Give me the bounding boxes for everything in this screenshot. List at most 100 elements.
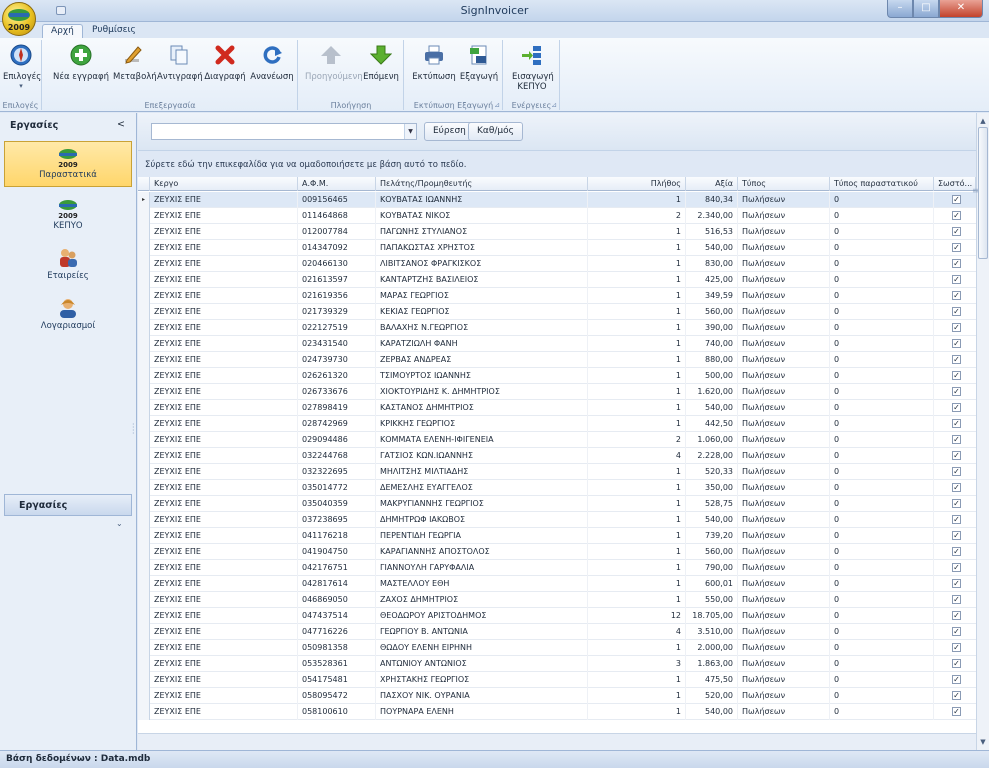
checkbox[interactable]: ✓ xyxy=(952,563,961,572)
table-row[interactable]: ΖΕΥΧΙΣ ΕΠΕ 021739329 ΚΕΚΙΑΣ ΓΕΩΡΓΙΟΣ 1 560,0… xyxy=(138,304,976,320)
checkbox[interactable]: ✓ xyxy=(952,291,961,300)
collapse-sidebar-icon[interactable]: < xyxy=(117,119,125,130)
checkbox[interactable]: ✓ xyxy=(952,611,961,620)
checkbox[interactable]: ✓ xyxy=(952,371,961,380)
table-row[interactable]: ΖΕΥΧΙΣ ΕΠΕ 026261320 ΤΣΙΜΟΥΡΤΟΣ ΙΩΑΝΝΗΣ 1 50… xyxy=(138,368,976,384)
sidebar-item-kepyo[interactable]: 2009 ΚΕΠΥΟ xyxy=(4,193,132,239)
import-kepyo-button[interactable]: Εισαγωγή ΚΕΠΥΟ xyxy=(508,44,556,92)
table-row[interactable]: ΖΕΥΧΙΣ ΕΠΕ 029094486 ΚΟΜΜΑΤΑ ΕΛΕΝΗ-ΙΦΙΓΕΝΕ… xyxy=(138,432,976,448)
table-row[interactable]: ΖΕΥΧΙΣ ΕΠΕ 011464868 ΚΟΥΒΑΤΑΣ ΝΙΚΟΣ 2 2.340,… xyxy=(138,208,976,224)
new-record-button[interactable]: Νέα εγγραφή xyxy=(53,44,109,82)
row-indicator[interactable] xyxy=(138,288,150,304)
checkbox[interactable]: ✓ xyxy=(952,515,961,524)
row-indicator[interactable] xyxy=(138,512,150,528)
refresh-button[interactable]: Ανανέωση xyxy=(249,44,295,82)
vertical-scrollbar[interactable]: ▲ ▼ xyxy=(976,113,989,750)
checkbox[interactable]: ✓ xyxy=(952,403,961,412)
checkbox[interactable]: ✓ xyxy=(952,419,961,428)
table-row[interactable]: ΖΕΥΧΙΣ ΕΠΕ 035040359 ΜΑΚΡΥΓΙΑΝΝΗΣ ΓΕΩΡΓΙΟΣ… xyxy=(138,496,976,512)
table-row[interactable]: ΖΕΥΧΙΣ ΕΠΕ 050981358 ΘΩΔΟΥ ΕΛΕΝΗ ΕΙΡΗΝΗ 1 2.… xyxy=(138,640,976,656)
table-row[interactable]: ΖΕΥΧΙΣ ΕΠΕ 021619356 ΜΑΡΑΣ ΓΕΩΡΓΙΟΣ 1 349,59… xyxy=(138,288,976,304)
row-indicator[interactable] xyxy=(138,352,150,368)
checkbox[interactable]: ✓ xyxy=(952,643,961,652)
table-row[interactable]: ΖΕΥΧΙΣ ΕΠΕ 021613597 ΚΑΝΤΑΡΤΖΗΣ ΒΑΣΙΛΕΙΟΣ 1… xyxy=(138,272,976,288)
table-row[interactable]: ΖΕΥΧΙΣ ΕΠΕ 012007784 ΠΑΓΩΝΗΣ ΣΤΥΛΙΑΝΟΣ 1 516… xyxy=(138,224,976,240)
table-row[interactable]: ΖΕΥΧΙΣ ΕΠΕ 032322695 ΜΗΛΙΤΣΗΣ ΜΙΛΤΙΑΔΗΣ 1 52… xyxy=(138,464,976,480)
row-indicator[interactable] xyxy=(138,416,150,432)
row-indicator[interactable] xyxy=(138,592,150,608)
table-row[interactable]: ΖΕΥΧΙΣ ΕΠΕ 024739730 ΖΕΡΒΑΣ ΑΝΔΡΕΑΣ 1 880,00… xyxy=(138,352,976,368)
row-indicator[interactable] xyxy=(138,608,150,624)
clear-button[interactable]: Καθ/μός xyxy=(468,122,523,141)
options-button[interactable]: Επιλογές ▾ xyxy=(3,44,41,90)
tab-settings[interactable]: Ρυθμίσεις xyxy=(84,24,144,38)
table-row[interactable]: ΖΕΥΧΙΣ ΕΠΕ 046869050 ΖΑΧΟΣ ΔΗΜΗΤΡΙΟΣ 1 550,0… xyxy=(138,592,976,608)
sidebar-item-accounts[interactable]: Λογαριασμοί xyxy=(4,293,132,339)
table-row[interactable]: ΖΕΥΧΙΣ ΕΠΕ 027898419 ΚΑΣΤΑΝΟΣ ΔΗΜΗΤΡΙΟΣ 1 54… xyxy=(138,400,976,416)
sidebar-group-tasks[interactable]: Εργασίες xyxy=(4,494,132,516)
row-indicator[interactable] xyxy=(138,432,150,448)
app-menu-button[interactable]: 2009 xyxy=(2,2,36,36)
delete-button[interactable]: Διαγραφή xyxy=(203,44,247,82)
checkbox[interactable]: ✓ xyxy=(952,435,961,444)
row-indicator[interactable] xyxy=(138,336,150,352)
table-row[interactable]: ΖΕΥΧΙΣ ΕΠΕ 035014772 ΔΕΜΕΣΛΗΣ ΕΥΑΓΓΕΛΟΣ 1 35… xyxy=(138,480,976,496)
chevron-down-icon[interactable]: ⌄ xyxy=(116,519,123,528)
previous-button[interactable]: Προηγούμενη xyxy=(305,44,363,82)
checkbox[interactable]: ✓ xyxy=(952,307,961,316)
column-header[interactable]: Αξία xyxy=(686,177,738,191)
checkbox[interactable]: ✓ xyxy=(952,483,961,492)
row-indicator[interactable] xyxy=(138,464,150,480)
checkbox[interactable]: ✓ xyxy=(952,355,961,364)
chevron-down-icon[interactable]: ▼ xyxy=(404,124,416,139)
checkbox[interactable]: ✓ xyxy=(952,211,961,220)
checkbox[interactable]: ✓ xyxy=(952,451,961,460)
table-row[interactable]: ΖΕΥΧΙΣ ΕΠΕ 041904750 ΚΑΡΑΓΙΑΝΝΗΣ ΑΠΟΣΤΟΛΟΣ… xyxy=(138,544,976,560)
checkbox[interactable]: ✓ xyxy=(952,467,961,476)
tab-home[interactable]: Αρχή xyxy=(42,24,83,38)
checkbox[interactable]: ✓ xyxy=(952,195,961,204)
row-indicator[interactable] xyxy=(138,656,150,672)
table-row[interactable]: ΖΕΥΧΙΣ ΕΠΕ 042817614 ΜΑΣΤΕΛΛΟΥ ΕΘΗ 1 600,01 Π… xyxy=(138,576,976,592)
row-indicator[interactable] xyxy=(138,624,150,640)
table-row[interactable]: ΖΕΥΧΙΣ ΕΠΕ 022127519 ΒΑΛΑΧΗΣ Ν.ΓΕΩΡΓΙΟΣ 1 39… xyxy=(138,320,976,336)
checkbox[interactable]: ✓ xyxy=(952,275,961,284)
row-indicator[interactable] xyxy=(138,480,150,496)
row-indicator[interactable] xyxy=(138,320,150,336)
table-row[interactable]: ΖΕΥΧΙΣ ΕΠΕ 058100610 ΠΟΥΡΝΑΡΑ ΕΛΕΝΗ 1 540,00… xyxy=(138,704,976,720)
row-indicator[interactable] xyxy=(138,448,150,464)
row-indicator[interactable] xyxy=(138,208,150,224)
minimize-button[interactable]: – xyxy=(887,0,913,18)
table-row[interactable]: ΖΕΥΧΙΣ ΕΠΕ 053528361 ΑΝΤΩΝΙΟΥ ΑΝΤΩΝΙΟΣ 3 1.8… xyxy=(138,656,976,672)
row-indicator[interactable] xyxy=(138,704,150,720)
column-resize-grip-icon[interactable]: ≡ xyxy=(972,186,979,195)
checkbox[interactable]: ✓ xyxy=(952,227,961,236)
table-row[interactable]: ΖΕΥΧΙΣ ΕΠΕ 047716226 ΓΕΩΡΓΙΟΥ Β. ΑΝΤΩΝΙΑ 4 3… xyxy=(138,624,976,640)
table-row[interactable]: ΖΕΥΧΙΣ ΕΠΕ 054175481 ΧΡΗΣΤΑΚΗΣ ΓΕΩΡΓΙΟΣ 1 47… xyxy=(138,672,976,688)
column-header[interactable]: Πλήθος xyxy=(588,177,686,191)
row-indicator[interactable] xyxy=(138,256,150,272)
print-button[interactable]: Εκτύπωση xyxy=(411,44,457,82)
column-header[interactable]: Πελάτης/Προμηθευτής xyxy=(376,177,588,191)
checkbox[interactable]: ✓ xyxy=(952,595,961,604)
dialog-launcher-icon[interactable]: ⊿ xyxy=(551,101,557,109)
table-row[interactable]: ΖΕΥΧΙΣ ΕΠΕ 026733676 ΧΙΟΚΤΟΥΡΙΔΗΣ Κ. ΔΗΜΗΤ… xyxy=(138,384,976,400)
row-indicator[interactable] xyxy=(138,240,150,256)
table-row[interactable]: ΖΕΥΧΙΣ ΕΠΕ 037238695 ΔΗΜΗΤΡΩΦ ΙΑΚΩΒΟΣ 1 540,… xyxy=(138,512,976,528)
copy-button[interactable]: Αντιγραφή xyxy=(157,44,203,82)
edit-button[interactable]: Μεταβολή xyxy=(113,44,157,82)
table-row[interactable]: ΖΕΥΧΙΣ ΕΠΕ 041176218 ΠΕΡΕΝΤΙΔΗ ΓΕΩΡΓΙΑ 1 739… xyxy=(138,528,976,544)
row-indicator[interactable] xyxy=(138,544,150,560)
group-by-panel[interactable]: Σύρετε εδώ την επικεφαλίδα για να ομαδοπ… xyxy=(138,151,976,177)
row-indicator[interactable] xyxy=(138,688,150,704)
row-indicator[interactable] xyxy=(138,368,150,384)
table-row[interactable]: ΖΕΥΧΙΣ ΕΠΕ 023431540 ΚΑΡΑΤΖΙΩΛΗ ΦΑΝΗ 1 740,0… xyxy=(138,336,976,352)
dialog-launcher-icon[interactable]: ⊿ xyxy=(494,101,500,109)
checkbox[interactable]: ✓ xyxy=(952,259,961,268)
row-indicator[interactable] xyxy=(138,576,150,592)
close-button[interactable]: ✕ xyxy=(939,0,983,18)
sidebar-item-companies[interactable]: Εταιρείες xyxy=(4,243,132,289)
next-button[interactable]: Επόμενη xyxy=(361,44,401,82)
checkbox[interactable]: ✓ xyxy=(952,707,961,716)
table-row[interactable]: ΖΕΥΧΙΣ ΕΠΕ 032244768 ΓΑΤΣΙΟΣ ΚΩΝ.ΙΩΑΝΝΗΣ 4 2… xyxy=(138,448,976,464)
